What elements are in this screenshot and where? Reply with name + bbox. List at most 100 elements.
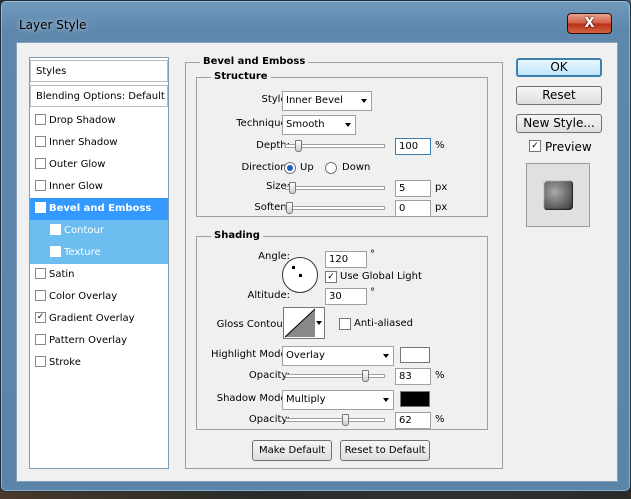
bevel-title: Bevel and Emboss [200,56,309,67]
sidebar-item-label: Drop Shadow [49,115,116,126]
soften-unit: px [435,202,448,213]
direction-down-radio[interactable] [325,162,337,174]
angle-center-dot [299,274,302,277]
highlight-color-swatch[interactable] [400,347,430,363]
sidebar-item-label: Outer Glow [49,159,106,170]
shadow-opacity-thumb[interactable] [342,414,350,426]
structure-group: Structure Style: Inner Bevel Technique: … [196,71,488,217]
preview-thumbnail [526,163,590,227]
highlight-mode-select[interactable]: Overlay [282,346,394,366]
style-checkbox[interactable] [35,289,46,301]
reset-to-default-button[interactable]: Reset to Default [340,440,430,461]
sidebar-item-pattern-overlay[interactable]: Pattern Overlay [30,330,168,352]
style-checkbox[interactable] [35,113,46,125]
preview-label: Preview [545,140,592,154]
sidebar-item-label: Bevel and Emboss [49,203,152,214]
sidebar-item-color-overlay[interactable]: Color Overlay [30,286,168,308]
depth-thumb[interactable] [295,140,303,152]
global-light-checkbox[interactable]: ✓ [325,271,337,283]
direction-down-label: Down [342,162,371,173]
soften-input[interactable]: 0 [395,200,431,217]
style-checkbox[interactable] [50,223,61,235]
anti-aliased-checkbox[interactable] [339,318,351,330]
structure-title: Structure [211,71,271,82]
preview-swatch-image [543,180,573,210]
sidebar-item-label: Inner Shadow [49,137,118,148]
highlight-opacity-label: Opacity: [248,370,290,381]
sidebar-item-inner-glow[interactable]: Inner Glow [30,176,168,198]
styles-header[interactable]: Styles [30,60,168,82]
highlight-opacity-slider[interactable] [285,370,385,382]
layer-style-dialog: Layer Style X Styles Blending Options: D… [0,0,631,492]
highlight-mode-label: Highlight Mode: [211,349,290,360]
style-checkbox[interactable] [35,179,46,191]
highlight-opacity-input[interactable]: 83 [395,368,431,385]
sidebar-item-stroke[interactable]: Stroke [30,352,168,374]
sidebar-item-texture[interactable]: ✓ Texture [30,242,168,264]
sidebar-item-label: Contour [64,225,104,236]
sidebar-item-label: Gradient Overlay [49,313,135,324]
sidebar-item-outer-glow[interactable]: Outer Glow [30,154,168,176]
depth-input[interactable]: 100 [395,138,431,155]
shadow-opacity-label: Opacity: [248,414,290,425]
shadow-color-swatch[interactable] [400,391,430,407]
highlight-opacity-thumb[interactable] [361,370,369,382]
style-checkbox[interactable] [35,267,46,279]
altitude-input[interactable]: 30 [325,288,367,305]
sidebar-item-gradient-overlay[interactable]: ✓ Gradient Overlay [30,308,168,330]
angle-label: Angle: [258,251,290,262]
shading-group: Shading Angle: 120 ° ✓ Use Global Light … [196,230,488,430]
soften-thumb[interactable] [286,202,293,214]
sidebar-item-drop-shadow[interactable]: Drop Shadow [30,110,168,132]
angle-input[interactable]: 120 [325,251,367,268]
chevron-down-icon [345,123,351,127]
sidebar-item-label: Texture [64,247,101,258]
shading-title: Shading [211,230,263,241]
size-input[interactable]: 5 [395,180,431,197]
style-checkbox[interactable]: ✓ [35,311,46,323]
altitude-unit: ° [370,287,375,298]
sidebar-item-label: Stroke [49,357,81,368]
style-checkbox[interactable] [35,135,46,147]
sidebar-item-label: Inner Glow [49,181,103,192]
sidebar-item-contour[interactable]: Contour [30,220,168,242]
style-value: Inner Bevel [286,95,343,106]
close-button[interactable]: X [567,13,612,34]
depth-unit: % [435,140,445,151]
technique-value: Smooth [286,119,325,130]
angle-unit: ° [370,249,375,260]
soften-slider[interactable] [285,202,385,214]
altitude-label: Altitude: [247,290,290,301]
style-checkbox[interactable] [35,157,46,169]
angle-indicator-dot [292,266,295,269]
make-default-button[interactable]: Make Default [252,440,332,461]
new-style-button[interactable]: New Style... [516,114,602,133]
shadow-mode-select[interactable]: Multiply [282,390,394,410]
size-slider[interactable] [285,182,385,194]
preview-checkbox[interactable]: ✓ [529,140,541,152]
blending-options[interactable]: Blending Options: Default [30,85,168,107]
sidebar-item-bevel-and-emboss[interactable]: ✓ Bevel and Emboss [30,198,168,220]
sidebar-item-inner-shadow[interactable]: Inner Shadow [30,132,168,154]
technique-select[interactable]: Smooth [282,115,356,135]
chevron-down-icon [316,321,322,325]
size-thumb[interactable] [288,182,296,194]
angle-dial[interactable] [282,257,318,293]
style-select[interactable]: Inner Bevel [282,91,372,111]
chevron-down-icon [383,354,389,358]
highlight-opacity-unit: % [435,370,445,381]
direction-up-radio[interactable] [284,162,296,174]
shadow-mode-value: Multiply [286,394,326,405]
style-checkbox[interactable]: ✓ [35,201,46,213]
shadow-opacity-input[interactable]: 62 [395,412,431,429]
style-checkbox[interactable]: ✓ [50,245,61,257]
sidebar-item-label: Color Overlay [49,291,118,302]
style-checkbox[interactable] [35,333,46,345]
ok-button[interactable]: OK [516,58,602,77]
sidebar-item-satin[interactable]: Satin [30,264,168,286]
style-checkbox[interactable] [35,355,46,367]
reset-button[interactable]: Reset [516,86,602,105]
gloss-contour-picker[interactable] [283,307,325,339]
depth-slider[interactable] [285,140,385,152]
shadow-opacity-slider[interactable] [285,414,385,426]
